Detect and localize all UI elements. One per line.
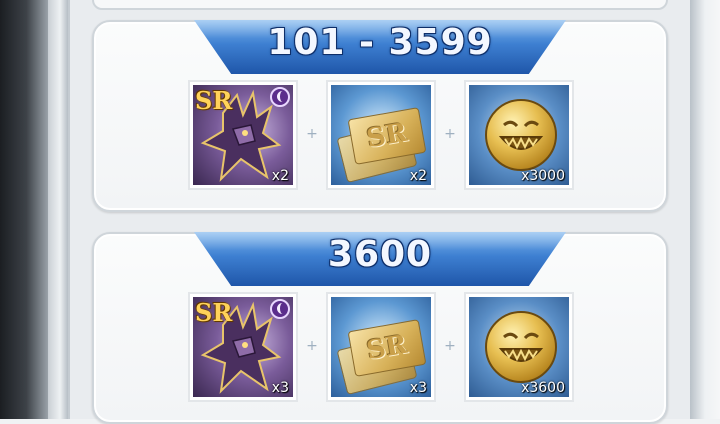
reward-quantity: x2 <box>409 168 427 184</box>
reward-item-sr-ticket[interactable]: SR x2 <box>326 80 436 190</box>
reward-quantity: x3000 <box>521 168 565 184</box>
reward-items-row: SR x2 + SR x2 + x3000 <box>188 80 574 192</box>
reward-items-row: SR x3 + SR x3 + x3600 <box>188 292 574 404</box>
reward-quantity: x3600 <box>521 380 565 396</box>
plus-separator-icon: + <box>444 338 456 354</box>
plus-separator-icon: + <box>444 126 456 142</box>
plus-separator-icon: + <box>306 126 318 142</box>
reward-item-coin[interactable]: x3000 <box>464 80 574 190</box>
reward-tier-card: 101 - 3599 SR x2 + SR x2 + x3000 <box>92 20 668 212</box>
reward-quantity: x2 <box>271 168 289 184</box>
ticket-sr-label: SR <box>364 117 410 155</box>
right-frame <box>690 0 720 419</box>
left-dark-border <box>0 0 48 419</box>
plus-separator-icon: + <box>306 338 318 354</box>
ticket-sr-label: SR <box>364 329 410 367</box>
reward-quantity: x3 <box>409 380 427 396</box>
left-frame <box>48 0 68 419</box>
previous-card-edge <box>92 0 668 10</box>
reward-quantity: x3 <box>271 380 289 396</box>
sr-rarity-badge: SR <box>195 298 233 327</box>
grinning-coin-icon <box>485 99 557 171</box>
rank-range-banner: 101 - 3599 <box>194 20 566 74</box>
rank-range-banner: 3600 <box>194 232 566 286</box>
reward-item-sr-ticket[interactable]: SR x3 <box>326 292 436 402</box>
moon-dark-element-icon <box>270 87 290 107</box>
rank-range-label: 3600 <box>327 234 433 275</box>
reward-item-coin[interactable]: x3600 <box>464 292 574 402</box>
grinning-coin-icon <box>485 311 557 383</box>
reward-tier-card: 3600 SR x3 + SR x3 + x3600 <box>92 232 668 424</box>
reward-item-character[interactable]: SR x3 <box>188 292 298 402</box>
sr-rarity-badge: SR <box>195 86 233 115</box>
coin-face-icon <box>498 120 544 150</box>
coin-face-icon <box>498 332 544 362</box>
rank-range-label: 101 - 3599 <box>267 22 493 63</box>
moon-dark-element-icon <box>270 299 290 319</box>
reward-item-character[interactable]: SR x2 <box>188 80 298 190</box>
